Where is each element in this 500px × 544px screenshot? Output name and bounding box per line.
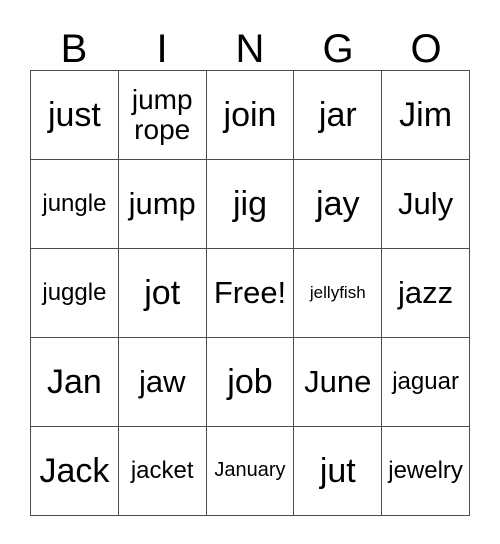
- bingo-cell-label: job: [227, 362, 273, 401]
- bingo-cell-label: jar: [318, 95, 357, 134]
- bingo-cell[interactable]: jazz: [382, 249, 470, 338]
- bingo-cell[interactable]: jewelry: [382, 427, 470, 516]
- bingo-cell-label: Jack: [39, 451, 110, 490]
- bingo-header-letter-n: N: [235, 27, 265, 71]
- bingo-cell[interactable]: jump rope: [118, 71, 207, 160]
- bingo-cell-label: jungle: [42, 190, 107, 218]
- bingo-cell[interactable]: jaguar: [382, 338, 470, 427]
- bingo-cell[interactable]: jay: [294, 160, 383, 249]
- bingo-cell-label: jump: [128, 186, 196, 222]
- bingo-cell[interactable]: jig: [206, 160, 295, 249]
- bingo-row: just jump rope join jar Jim: [31, 71, 470, 160]
- bingo-cell-label: join: [223, 95, 277, 134]
- bingo-cell-label: jewelry: [388, 457, 463, 485]
- bingo-cell[interactable]: jot: [118, 249, 207, 338]
- bingo-cell-label: jazz: [398, 275, 454, 311]
- bingo-header-letter-g: G: [322, 27, 354, 71]
- bingo-cell[interactable]: jump: [118, 160, 207, 249]
- bingo-header-letter-i: I: [156, 27, 168, 71]
- bingo-cell-label: Jan: [46, 362, 102, 401]
- bingo-cell[interactable]: jar: [294, 71, 383, 160]
- bingo-cell-label: jaguar: [392, 368, 459, 396]
- bingo-row: Jan jaw job June jaguar: [31, 338, 470, 427]
- bingo-cell-label: January: [214, 459, 286, 482]
- bingo-cell[interactable]: jellyfish: [294, 249, 383, 338]
- bingo-cell[interactable]: jacket: [118, 427, 207, 516]
- bingo-cell[interactable]: job: [206, 338, 295, 427]
- bingo-cell[interactable]: jaw: [118, 338, 207, 427]
- bingo-cell[interactable]: join: [206, 71, 295, 160]
- bingo-cell-label: jaw: [138, 364, 186, 400]
- bingo-cell[interactable]: January: [206, 427, 295, 516]
- bingo-cell-label: June: [304, 364, 372, 400]
- bingo-cell-label: July: [398, 186, 454, 222]
- bingo-row: jungle jump jig jay July: [31, 160, 470, 249]
- bingo-cell-label: jay: [316, 184, 360, 223]
- bingo-cell-label: jot: [144, 273, 181, 312]
- bingo-card: BINGO just jump rope join jar Jim jungle jump j…: [0, 0, 500, 544]
- bingo-row: juggle jot Free! jellyfish jazz: [31, 249, 470, 338]
- bingo-row: Jack jacket January jut jewelry: [31, 427, 470, 516]
- bingo-cell[interactable]: just: [31, 71, 119, 160]
- bingo-cell-label: jump rope: [131, 83, 193, 145]
- bingo-cell-label: Jim: [399, 95, 453, 134]
- bingo-cell-label: just: [47, 95, 101, 134]
- bingo-cell-label: jacket: [130, 457, 194, 485]
- bingo-cell[interactable]: jut: [294, 427, 383, 516]
- bingo-grid: just jump rope join jar Jim jungle jump jig jay J…: [30, 70, 470, 516]
- bingo-cell-label: juggle: [42, 279, 107, 307]
- bingo-cell[interactable]: Jim: [382, 71, 470, 160]
- bingo-cell-label: jig: [232, 184, 267, 223]
- bingo-cell[interactable]: juggle: [31, 249, 119, 338]
- bingo-cell[interactable]: Jan: [31, 338, 119, 427]
- bingo-cell-label: jellyfish: [309, 282, 366, 302]
- bingo-cell[interactable]: July: [382, 160, 470, 249]
- bingo-cell[interactable]: jungle: [31, 160, 119, 249]
- bingo-cell[interactable]: June: [294, 338, 383, 427]
- bingo-cell[interactable]: Jack: [31, 427, 119, 516]
- bingo-cell-label: jut: [319, 451, 356, 490]
- bingo-free-cell[interactable]: Free!: [206, 249, 295, 338]
- bingo-cell-label: Free!: [213, 275, 287, 311]
- bingo-header-letter-o: O: [410, 27, 442, 71]
- bingo-header-letter-b: B: [60, 27, 88, 71]
- bingo-header-row: BINGO: [30, 22, 470, 70]
